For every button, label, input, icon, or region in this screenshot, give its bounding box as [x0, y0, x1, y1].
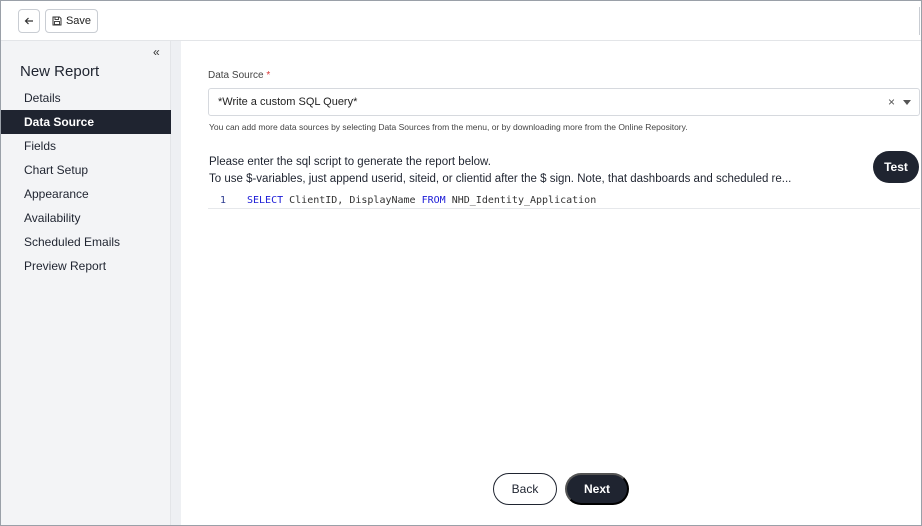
data-source-label-text: Data Source	[208, 70, 264, 81]
sidebar-item-preview-report[interactable]: Preview Report	[1, 254, 171, 278]
floppy-disk-icon	[52, 16, 62, 26]
sql-table: NHD_Identity_Application	[445, 195, 597, 206]
top-toolbar: Save	[1, 1, 921, 41]
chevron-down-icon[interactable]	[903, 100, 911, 105]
test-button[interactable]: Test	[873, 151, 919, 183]
sql-code-line[interactable]: SELECT ClientID, DisplayName FROM NHD_Id…	[247, 195, 596, 206]
data-source-selected-value: *Write a custom SQL Query*	[218, 96, 358, 108]
clear-icon[interactable]: ×	[888, 95, 895, 109]
data-source-label: Data Source *	[208, 70, 270, 81]
instructions-line-1: Please enter the sql script to generate …	[209, 156, 491, 168]
main-content: Data Source * *Write a custom SQL Query*…	[181, 41, 921, 525]
sql-keyword-select: SELECT	[247, 195, 284, 206]
required-marker: *	[266, 70, 271, 81]
line-number: 1	[220, 195, 227, 206]
page-title: New Report	[20, 63, 100, 80]
instructions-line-2: To use $-variables, just append userid, …	[209, 173, 792, 185]
sidebar-item-appearance[interactable]: Appearance	[1, 182, 171, 206]
arrow-left-icon	[24, 17, 33, 25]
sql-editor[interactable]: 1 SELECT ClientID, DisplayName FROM NHD_…	[208, 193, 920, 209]
content-gutter	[171, 41, 181, 525]
sidebar-item-data-source[interactable]: Data Source	[1, 110, 171, 134]
sidebar-nav: Details Data Source Fields Chart Setup A…	[1, 86, 171, 278]
back-button[interactable]: Back	[493, 473, 557, 505]
sidebar-item-fields[interactable]: Fields	[1, 134, 171, 158]
sql-columns: ClientID, DisplayName	[283, 195, 422, 206]
sql-instructions: Please enter the sql script to generate …	[209, 154, 849, 188]
save-button-label: Save	[65, 15, 92, 27]
save-button[interactable]: Save	[45, 9, 98, 33]
app-window: Save « New Report Details Data Source Fi…	[0, 0, 922, 526]
sidebar-item-chart-setup[interactable]: Chart Setup	[1, 158, 171, 182]
back-nav-button[interactable]	[18, 9, 40, 33]
sidebar-item-availability[interactable]: Availability	[1, 206, 171, 230]
sql-keyword-from: FROM	[421, 195, 446, 206]
next-button[interactable]: Next	[565, 473, 629, 505]
sidebar-item-details[interactable]: Details	[1, 86, 171, 110]
data-source-help-text: You can add more data sources by selecti…	[209, 122, 688, 132]
sidebar-item-scheduled-emails[interactable]: Scheduled Emails	[1, 230, 171, 254]
double-chevron-left-icon[interactable]: «	[153, 45, 160, 59]
sidebar: « New Report Details Data Source Fields …	[1, 41, 171, 525]
data-source-select[interactable]: *Write a custom SQL Query* ×	[208, 88, 920, 116]
